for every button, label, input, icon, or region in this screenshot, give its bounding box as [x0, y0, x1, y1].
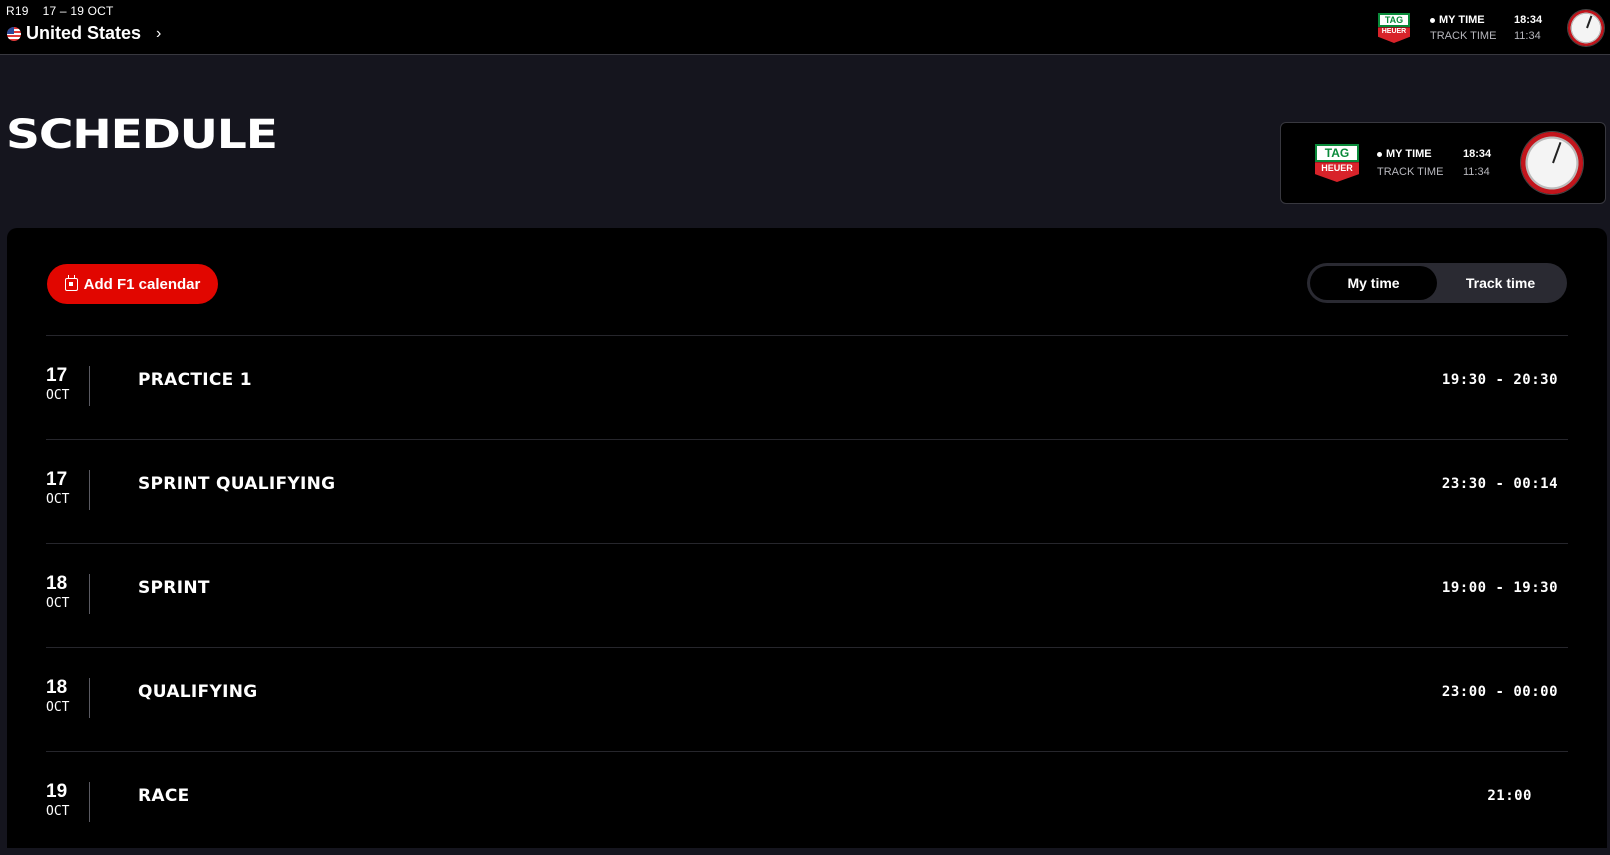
session-day: 17	[46, 469, 68, 490]
card-times: MY TIME 18:34 TRACK TIME 11:34	[1377, 145, 1509, 181]
session-time: 23:00 - 00:00	[1441, 684, 1558, 700]
session-date: 19 OCT	[46, 782, 90, 822]
tag-logo-top: TAG	[1378, 13, 1410, 28]
session-row[interactable]: 19 OCT RACE 21:00	[46, 751, 1568, 855]
us-flag-icon	[7, 26, 21, 41]
tag-logo-bottom: HEUER	[1315, 162, 1359, 182]
my-time-label: MY TIME	[1386, 148, 1432, 160]
tag-heuer-logo: TAG HEUER	[1378, 13, 1410, 43]
event-dates: 17 – 19 OCT	[42, 4, 114, 18]
session-name: PRACTICE 1	[138, 370, 252, 390]
top-bar: R19 17 – 19 OCT United States › TAG HEUER…	[0, 0, 1610, 55]
session-name: RACE	[138, 786, 190, 806]
session-list: 17 OCT PRACTICE 1 19:30 - 20:30 17 OCT S…	[46, 335, 1568, 855]
session-day: 17	[46, 365, 68, 386]
session-row[interactable]: 17 OCT SPRINT QUALIFYING 23:30 - 00:14	[46, 439, 1568, 543]
session-month: OCT	[46, 492, 70, 507]
session-date: 18 OCT	[46, 678, 90, 718]
time-toggle[interactable]: My time Track time	[1307, 263, 1567, 303]
tag-logo-bottom: HEUER	[1378, 27, 1410, 43]
topbar-times: MY TIME 18:34 TRACK TIME 11:34	[1430, 12, 1554, 44]
live-dot-icon	[1430, 17, 1435, 23]
session-time: 19:00 - 19:30	[1441, 580, 1558, 596]
track-time-label: TRACK TIME	[1377, 166, 1444, 178]
toggle-track-time[interactable]: Track time	[1437, 266, 1564, 300]
session-row[interactable]: 18 OCT SPRINT 19:00 - 19:30	[46, 543, 1568, 647]
session-day: 18	[46, 573, 68, 594]
session-time: 21:00	[1487, 788, 1532, 804]
time-card: TAG HEUER MY TIME 18:34 TRACK TIME 11:34	[1280, 122, 1606, 204]
session-name: SPRINT	[138, 578, 210, 598]
my-time-value: 18:34	[1514, 14, 1543, 26]
session-time: 23:30 - 00:14	[1441, 476, 1558, 492]
session-month: OCT	[46, 700, 70, 715]
my-time-value: 18:34	[1463, 148, 1492, 160]
session-name: SPRINT QUALIFYING	[138, 474, 336, 494]
session-day: 18	[46, 677, 68, 698]
session-row[interactable]: 18 OCT QUALIFYING 23:00 - 00:00	[46, 647, 1568, 751]
session-name: QUALIFYING	[138, 682, 258, 702]
track-time-value: 11:34	[1463, 166, 1490, 178]
session-month: OCT	[46, 596, 70, 611]
session-date: 17 OCT	[46, 470, 90, 510]
add-calendar-label: Add F1 calendar	[83, 275, 201, 293]
my-time-label: MY TIME	[1439, 14, 1485, 26]
session-day: 19	[46, 781, 68, 802]
toggle-my-time[interactable]: My time	[1310, 266, 1437, 300]
session-date: 18 OCT	[46, 574, 90, 614]
schedule-panel: Add F1 calendar My time Track time 17 OC…	[7, 228, 1607, 848]
live-dot-icon	[1377, 151, 1382, 157]
session-row[interactable]: 17 OCT PRACTICE 1 19:30 - 20:30	[46, 335, 1568, 439]
topbar-clock: TAG HEUER MY TIME 18:34 TRACK TIME 11:34	[1378, 8, 1604, 48]
country-name: United States	[26, 23, 142, 43]
country-link[interactable]: United States ›	[7, 23, 161, 44]
round-number: R19	[6, 4, 29, 18]
chevron-right-icon: ›	[156, 24, 162, 42]
tag-logo-top: TAG	[1315, 144, 1359, 163]
session-date: 17 OCT	[46, 366, 90, 406]
tag-heuer-logo: TAG HEUER	[1315, 144, 1359, 182]
track-time-value: 11:34	[1514, 30, 1541, 42]
watch-icon	[1521, 132, 1583, 194]
event-round-info: R19 17 – 19 OCT	[6, 4, 114, 18]
session-month: OCT	[46, 388, 70, 403]
calendar-add-icon	[64, 274, 78, 291]
watch-icon	[1568, 10, 1604, 46]
session-month: OCT	[46, 804, 70, 819]
add-f1-calendar-button[interactable]: Add F1 calendar	[47, 264, 218, 304]
page-title: SCHEDULE	[6, 112, 278, 158]
track-time-label: TRACK TIME	[1430, 30, 1497, 42]
session-time: 19:30 - 20:30	[1441, 372, 1558, 388]
